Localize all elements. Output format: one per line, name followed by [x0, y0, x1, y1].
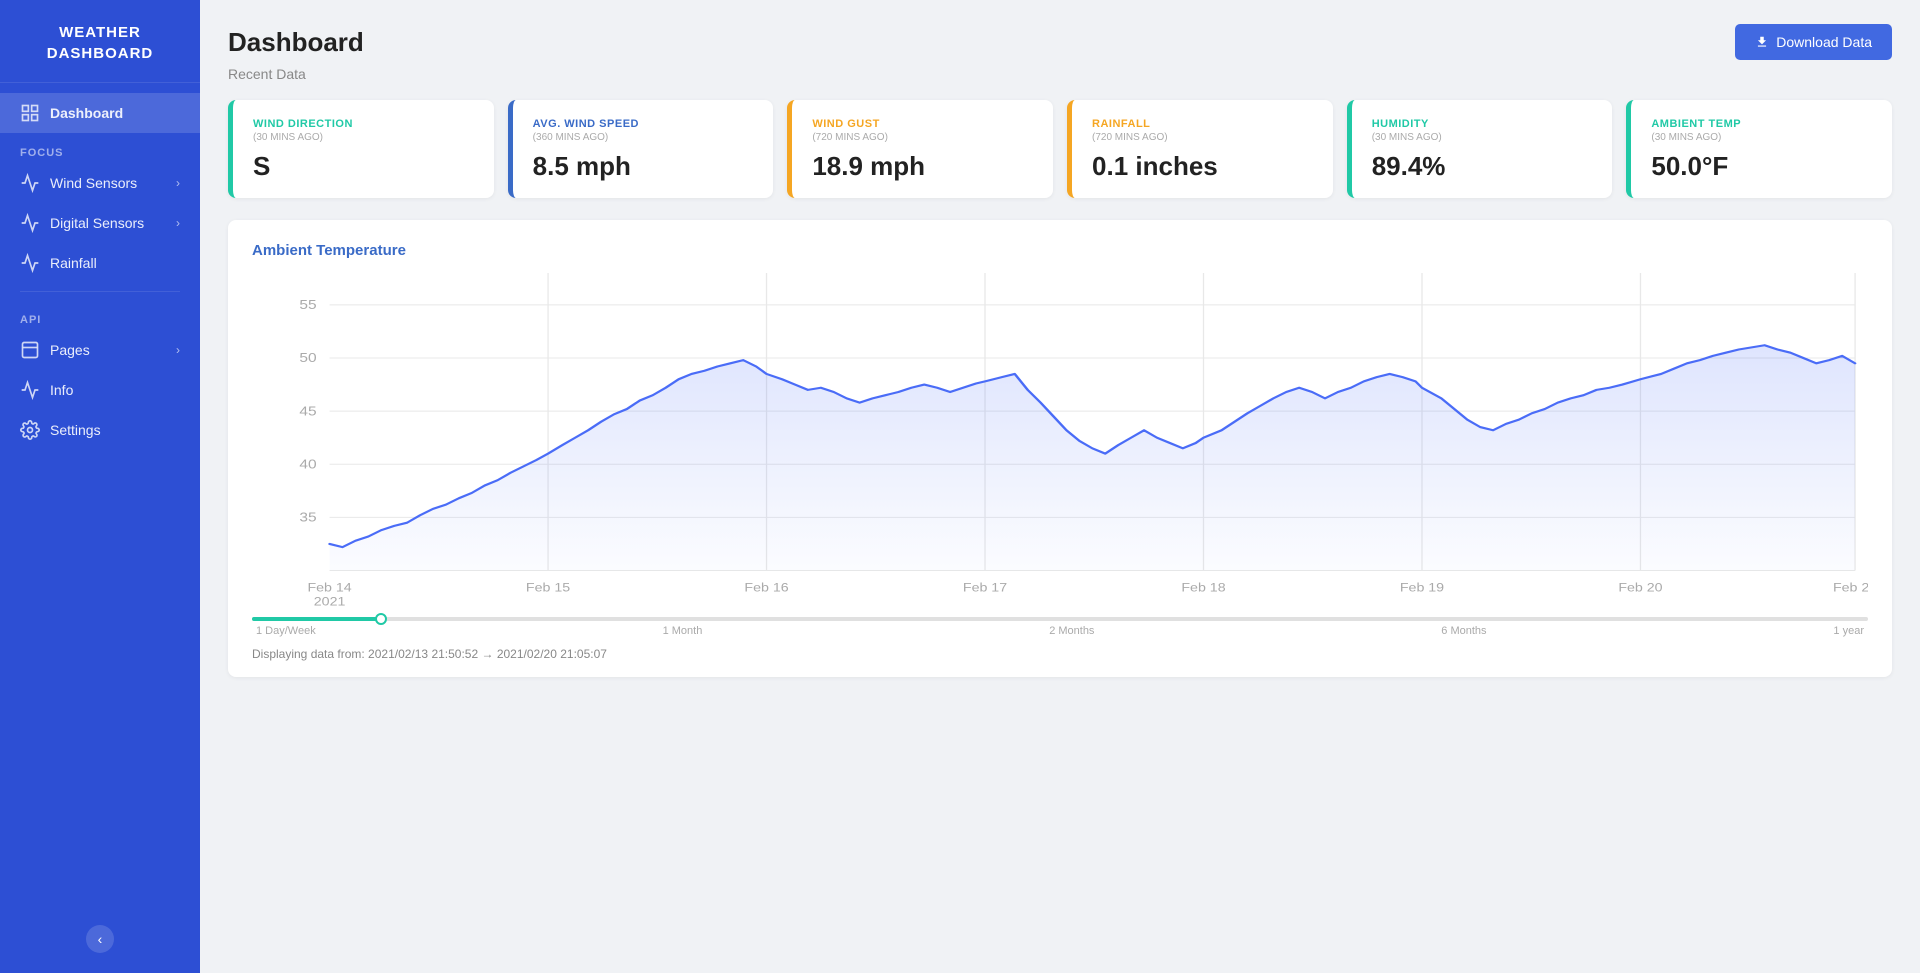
chevron-icon: › — [176, 343, 180, 357]
main-content: Dashboard Download Data Recent Data WIND… — [200, 0, 1920, 973]
timeline-label-1month: 1 Month — [663, 625, 703, 637]
wind-sensors-icon — [20, 173, 40, 193]
sidebar-label-info: Info — [50, 382, 73, 398]
card-ambient-temp-sublabel: (30 MINS AGO) — [1651, 132, 1872, 143]
sidebar: WEATHER DASHBOARD Dashboard FOCUS Wind S… — [0, 0, 200, 973]
svg-text:Feb 21: Feb 21 — [1833, 581, 1868, 594]
card-wind-direction: WIND DIRECTION (30 MINS AGO) S — [228, 100, 494, 198]
svg-text:Feb 16: Feb 16 — [744, 581, 788, 594]
svg-text:50: 50 — [299, 351, 316, 365]
sidebar-item-rainfall[interactable]: Rainfall — [0, 243, 200, 283]
card-wind-direction-sublabel: (30 MINS AGO) — [253, 132, 474, 143]
card-avg-wind-speed-value: 8.5 mph — [533, 151, 754, 182]
settings-icon — [20, 420, 40, 440]
svg-text:45: 45 — [299, 405, 316, 419]
svg-text:Feb 20: Feb 20 — [1618, 581, 1662, 594]
timeline-slider[interactable]: 1 Day/Week 1 Month 2 Months 6 Months 1 y… — [252, 617, 1868, 637]
card-rainfall-sublabel: (720 MINS AGO) — [1092, 132, 1313, 143]
card-ambient-temp: AMBIENT TEMP (30 MINS AGO) 50.0°F — [1626, 100, 1892, 198]
pages-icon — [20, 340, 40, 360]
api-label: API — [0, 300, 200, 330]
rainfall-icon — [20, 253, 40, 273]
temperature-chart: 55 50 45 40 35 Feb 14 2021 Feb 15 Feb 16… — [252, 273, 1868, 613]
timeline-labels: 1 Day/Week 1 Month 2 Months 6 Months 1 y… — [252, 625, 1868, 637]
download-button[interactable]: Download Data — [1735, 24, 1892, 60]
chevron-icon: › — [176, 176, 180, 190]
sidebar-collapse-button[interactable]: ‹ — [86, 925, 114, 953]
sidebar-nav: Dashboard FOCUS Wind Sensors › Digital S… — [0, 83, 200, 925]
card-ambient-temp-value: 50.0°F — [1651, 151, 1872, 182]
timeline-track[interactable] — [252, 617, 1868, 621]
sidebar-label-rainfall: Rainfall — [50, 255, 97, 271]
card-humidity-sublabel: (30 MINS AGO) — [1372, 132, 1593, 143]
sidebar-item-wind-sensors[interactable]: Wind Sensors › — [0, 163, 200, 203]
card-wind-gust-sublabel: (720 MINS AGO) — [812, 132, 1033, 143]
card-rainfall: RAINFALL (720 MINS AGO) 0.1 inches — [1067, 100, 1333, 198]
sidebar-label-digital-sensors: Digital Sensors — [50, 215, 144, 231]
sidebar-label-pages: Pages — [50, 342, 90, 358]
svg-text:Feb 17: Feb 17 — [963, 581, 1007, 594]
svg-text:Feb 18: Feb 18 — [1181, 581, 1225, 594]
app-logo: WEATHER DASHBOARD — [0, 0, 200, 83]
card-rainfall-value: 0.1 inches — [1092, 151, 1313, 182]
card-humidity: HUMIDITY (30 MINS AGO) 89.4% — [1347, 100, 1613, 198]
download-icon — [1755, 35, 1769, 49]
digital-sensors-icon — [20, 213, 40, 233]
card-wind-gust-value: 18.9 mph — [812, 151, 1033, 182]
card-humidity-value: 89.4% — [1372, 151, 1593, 182]
chart-title: Ambient Temperature — [252, 242, 1868, 259]
card-avg-wind-speed-sublabel: (360 MINS AGO) — [533, 132, 754, 143]
sidebar-label-dashboard: Dashboard — [50, 105, 123, 121]
timeline-label-6months: 6 Months — [1441, 625, 1486, 637]
svg-text:Feb 14: Feb 14 — [307, 581, 351, 594]
svg-text:Feb 15: Feb 15 — [526, 581, 570, 594]
card-humidity-label: HUMIDITY — [1372, 118, 1593, 130]
focus-label: FOCUS — [0, 133, 200, 163]
timeline-label-2months: 2 Months — [1049, 625, 1094, 637]
card-wind-gust-label: WIND GUST — [812, 118, 1033, 130]
svg-text:2021: 2021 — [314, 595, 346, 608]
timeline-label-1year: 1 year — [1833, 625, 1864, 637]
page-header: Dashboard Download Data — [228, 24, 1892, 60]
svg-text:55: 55 — [299, 298, 316, 312]
svg-text:40: 40 — [299, 458, 316, 472]
sidebar-label-settings: Settings — [50, 422, 101, 438]
chevron-icon: › — [176, 216, 180, 230]
sidebar-label-wind-sensors: Wind Sensors — [50, 175, 137, 191]
info-icon — [20, 380, 40, 400]
cards-row: WIND DIRECTION (30 MINS AGO) S AVG. WIND… — [228, 100, 1892, 198]
sidebar-item-digital-sensors[interactable]: Digital Sensors › — [0, 203, 200, 243]
page-title: Dashboard — [228, 27, 364, 58]
timeline-fill — [252, 617, 381, 621]
sidebar-item-info[interactable]: Info — [0, 370, 200, 410]
section-subtitle: Recent Data — [228, 66, 1892, 82]
chart-card: Ambient Temperature — [228, 220, 1892, 677]
sidebar-item-settings[interactable]: Settings — [0, 410, 200, 450]
card-wind-direction-label: WIND DIRECTION — [253, 118, 474, 130]
sidebar-divider — [20, 291, 180, 292]
card-wind-direction-value: S — [253, 151, 474, 182]
sidebar-item-dashboard[interactable]: Dashboard — [0, 93, 200, 133]
card-rainfall-label: RAINFALL — [1092, 118, 1313, 130]
svg-text:35: 35 — [299, 511, 316, 525]
chart-container: 55 50 45 40 35 Feb 14 2021 Feb 15 Feb 16… — [252, 273, 1868, 613]
sidebar-item-pages[interactable]: Pages › — [0, 330, 200, 370]
card-ambient-temp-label: AMBIENT TEMP — [1651, 118, 1872, 130]
card-avg-wind-speed: AVG. WIND SPEED (360 MINS AGO) 8.5 mph — [508, 100, 774, 198]
card-wind-gust: WIND GUST (720 MINS AGO) 18.9 mph — [787, 100, 1053, 198]
dashboard-icon — [20, 103, 40, 123]
timeline-thumb[interactable] — [375, 613, 387, 625]
svg-text:Feb 19: Feb 19 — [1400, 581, 1444, 594]
timeline-label-day: 1 Day/Week — [256, 625, 316, 637]
display-range-label: Displaying data from: 2021/02/13 21:50:5… — [252, 647, 1868, 661]
card-avg-wind-speed-label: AVG. WIND SPEED — [533, 118, 754, 130]
